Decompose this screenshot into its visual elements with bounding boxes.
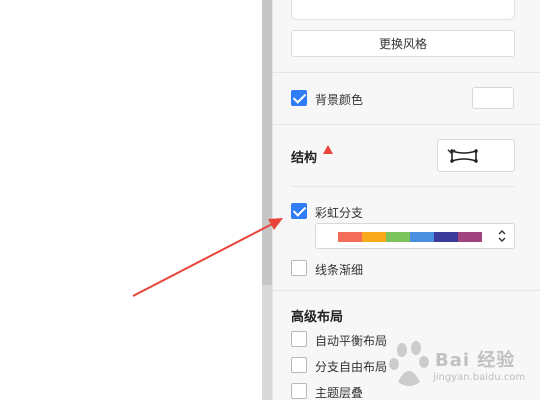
updown-arrows-icon — [498, 230, 506, 242]
background-color-label: 背景颜色 — [315, 93, 364, 107]
topic-overlap-checkbox[interactable] — [291, 383, 307, 399]
structure-heading: 结构 — [291, 151, 318, 166]
rainbow-color-segment — [362, 232, 386, 242]
rainbow-color-segment — [338, 232, 362, 242]
rainbow-color-select[interactable] — [315, 223, 515, 249]
taper-lines-label: 线条渐细 — [315, 263, 364, 277]
rainbow-color-strip — [338, 232, 482, 242]
rainbow-color-segment — [458, 232, 482, 242]
annotation-triangle-icon — [323, 145, 333, 154]
taper-lines-checkbox[interactable] — [291, 260, 307, 276]
scrollbar-thumb[interactable] — [262, 0, 272, 285]
watermark-subtext: jingyan.baidu.com — [433, 372, 526, 383]
divider — [273, 290, 540, 291]
background-color-checkbox[interactable] — [291, 90, 307, 106]
mind-map-canvas[interactable] — [0, 0, 262, 400]
rainbow-branch-label: 彩虹分支 — [315, 206, 364, 220]
auto-balance-label: 自动平衡布局 — [315, 334, 388, 348]
rainbow-color-segment — [410, 232, 434, 242]
watermark-text: Bai 经验 — [435, 350, 516, 371]
rainbow-color-segment — [386, 232, 410, 242]
free-branch-checkbox[interactable] — [291, 357, 307, 373]
background-color-swatch[interactable] — [472, 87, 514, 109]
structure-select[interactable] — [437, 139, 515, 172]
divider — [273, 124, 540, 125]
divider — [273, 72, 540, 73]
advanced-layout-heading: 高级布局 — [291, 310, 344, 325]
rainbow-branch-checkbox[interactable] — [291, 203, 307, 219]
divider — [291, 186, 515, 187]
free-branch-label: 分支自由布局 — [315, 360, 388, 374]
rainbow-color-segment — [434, 232, 458, 242]
change-style-button[interactable]: 更换风格 — [291, 30, 515, 57]
chevron-down-icon — [447, 149, 456, 155]
auto-balance-checkbox[interactable] — [291, 331, 307, 347]
style-preview[interactable] — [291, 0, 515, 20]
topic-overlap-label: 主题层叠 — [315, 386, 364, 400]
